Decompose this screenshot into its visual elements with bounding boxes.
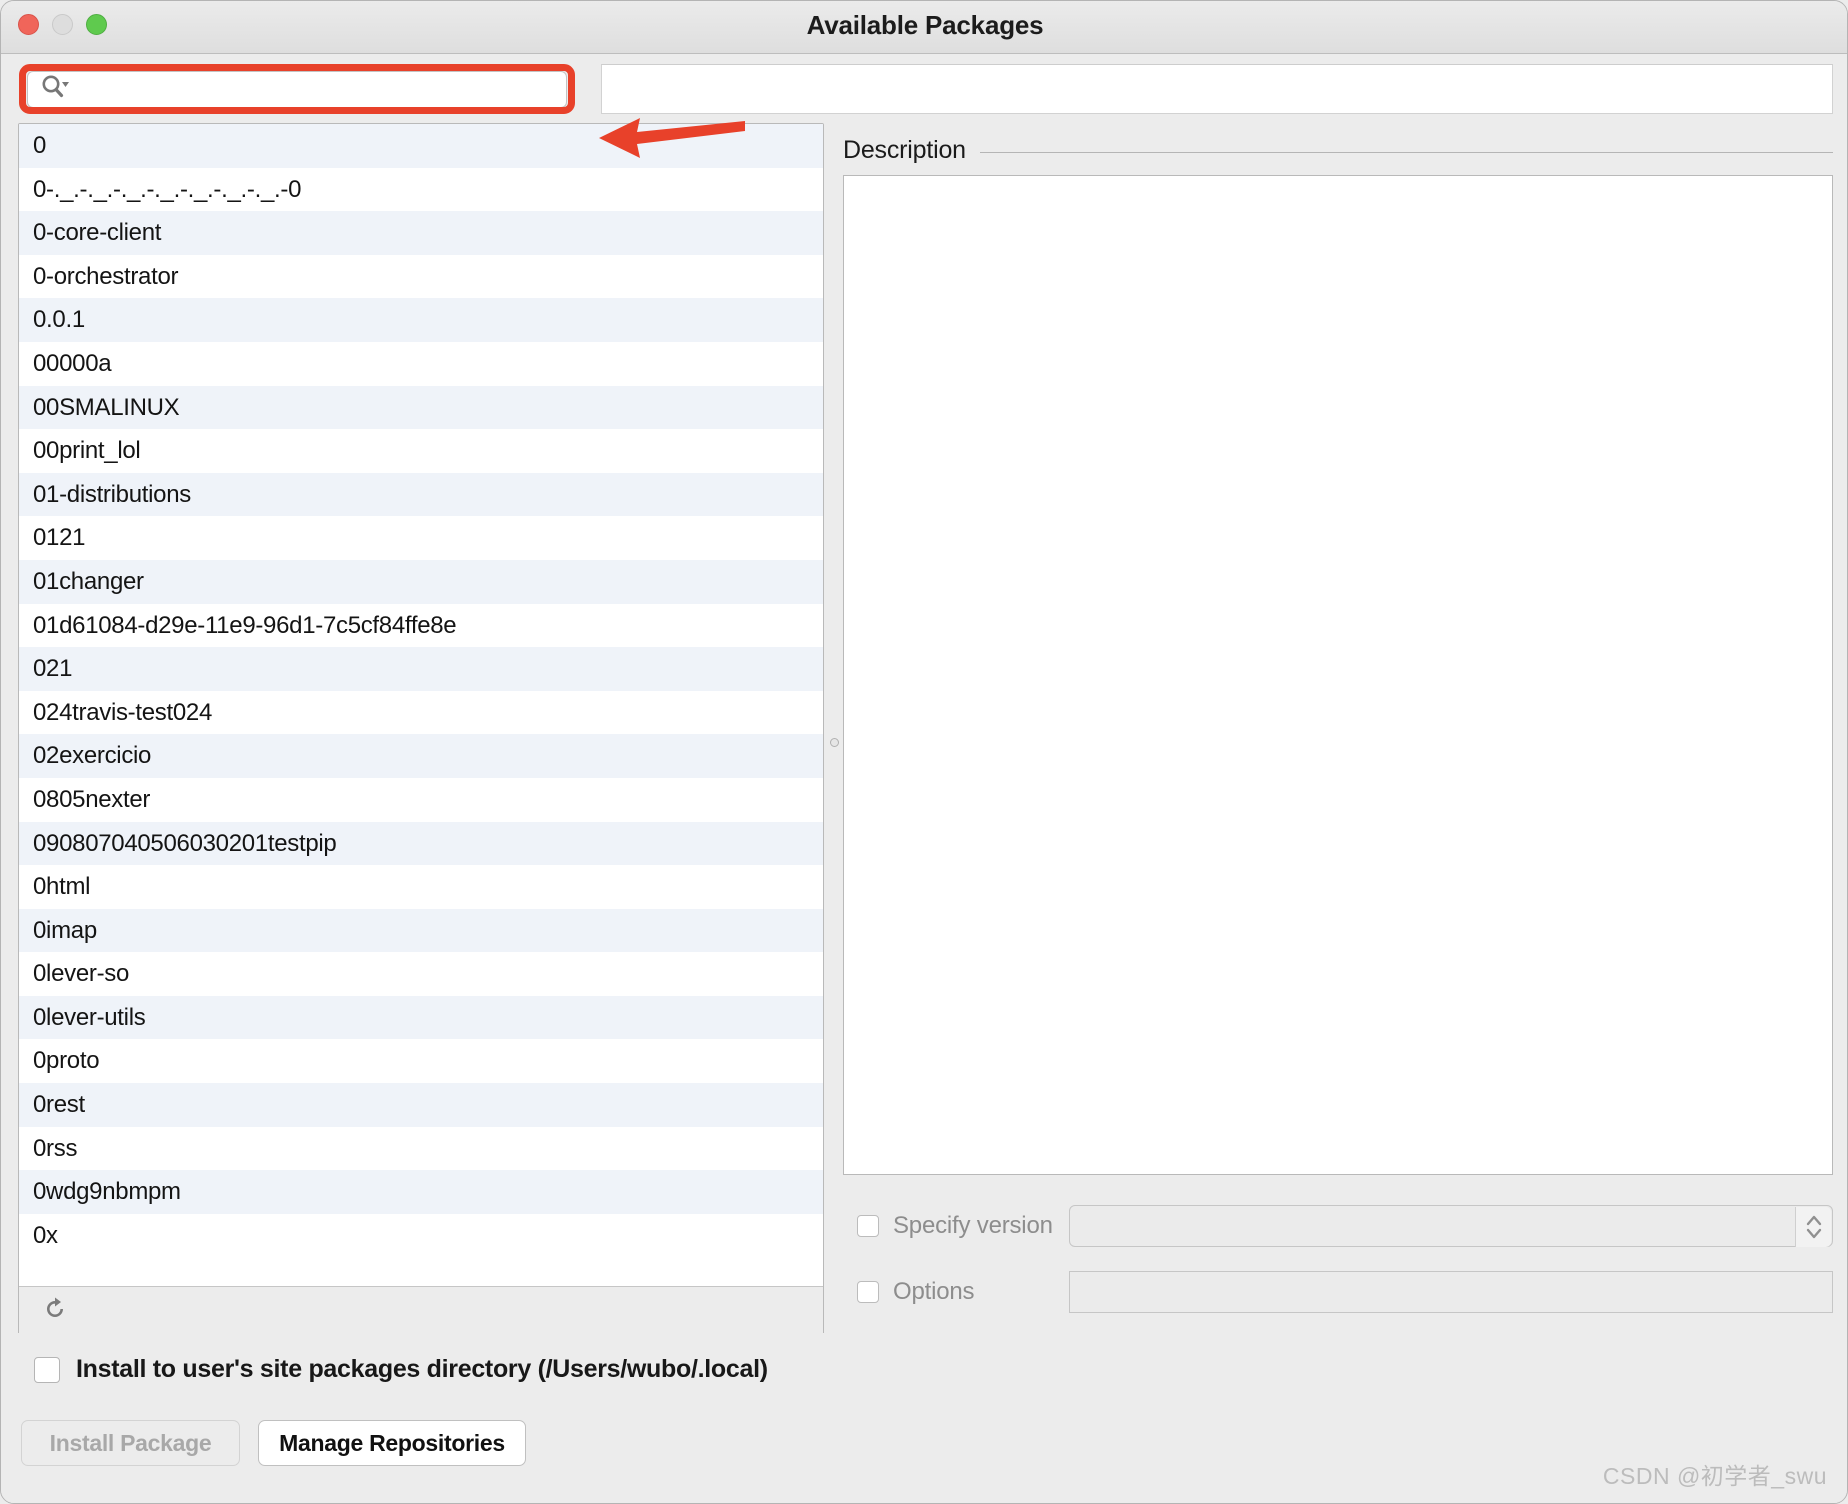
list-item[interactable]: 0-._.-._.-._.-._.-._.-._.-._.-0	[19, 167, 823, 212]
description-label: Description	[843, 135, 966, 164]
search-input[interactable]	[76, 78, 546, 101]
list-item[interactable]: 0lever-so	[19, 952, 823, 996]
list-item[interactable]: 00000a	[19, 341, 823, 386]
manage-repositories-button[interactable]: Manage Repositories	[258, 1420, 526, 1466]
search-icon[interactable]	[40, 74, 70, 105]
user-site-packages-label: Install to user's site packages director…	[76, 1355, 768, 1383]
search-bar-row	[1, 55, 1847, 158]
footer-buttons: Install Package Manage Repositories	[21, 1420, 526, 1466]
options-row: Options	[843, 1269, 1833, 1315]
search-bar-background	[601, 64, 1833, 114]
title-bar: Available Packages	[1, 1, 1847, 54]
package-list[interactable]: 0 0-._.-._.-._.-._.-._.-._.-._.-0 0-core-c…	[19, 124, 823, 1288]
splitter-handle-icon[interactable]	[830, 738, 839, 747]
version-input[interactable]	[1069, 1205, 1833, 1247]
list-item[interactable]: 0imap	[19, 908, 823, 953]
description-content-box	[843, 175, 1833, 1175]
list-item[interactable]: 0proto	[19, 1039, 823, 1084]
search-field-wrapper	[19, 64, 575, 114]
list-item[interactable]: 0html	[19, 865, 823, 909]
list-item[interactable]: 090807040506030201testpip	[19, 821, 823, 866]
package-list-toolbar	[19, 1286, 823, 1335]
list-item[interactable]: 0wdg9nbmpm	[19, 1170, 823, 1214]
available-packages-window: Available Packages 0 0-._.-._.-._.-._.-.…	[0, 0, 1848, 1504]
options-input[interactable]	[1069, 1271, 1833, 1313]
list-item[interactable]: 01d61084-d29e-11e9-96d1-7c5cf84ffe8e	[19, 603, 823, 648]
description-header: Description	[843, 133, 1833, 167]
search-field[interactable]	[27, 71, 567, 108]
list-item[interactable]: 0rest	[19, 1083, 823, 1127]
list-item[interactable]: 01-distributions	[19, 472, 823, 517]
list-item[interactable]: 0-orchestrator	[19, 254, 823, 299]
list-item[interactable]: 01changer	[19, 559, 823, 604]
install-package-button[interactable]: Install Package	[21, 1420, 240, 1466]
description-separator	[979, 151, 1833, 153]
user-site-packages-checkbox[interactable]	[34, 1356, 60, 1383]
refresh-icon[interactable]	[41, 1295, 69, 1328]
specify-version-row: Specify version	[843, 1203, 1833, 1249]
list-item[interactable]: 02exercicio	[19, 734, 823, 778]
panel-splitter[interactable]	[825, 123, 843, 1336]
watermark: CSDN @初学者_swu	[1602, 1463, 1827, 1489]
footer: Install to user's site packages director…	[1, 1333, 1847, 1503]
specify-version-checkbox[interactable]	[857, 1215, 879, 1237]
list-item[interactable]: 00SMALINUX	[19, 385, 823, 430]
list-item[interactable]: 0rss	[19, 1126, 823, 1171]
list-item[interactable]: 0-core-client	[19, 211, 823, 255]
list-item[interactable]: 0121	[19, 516, 823, 560]
red-arrow-annotation	[599, 118, 745, 158]
window-title: Available Packages	[806, 10, 1044, 40]
list-item[interactable]: 0lever-utils	[19, 995, 823, 1040]
main-content: 0 0-._.-._.-._.-._.-._.-._.-._.-0 0-core-c…	[1, 123, 1847, 1388]
options-checkbox[interactable]	[857, 1281, 879, 1303]
list-item[interactable]: 0805nexter	[19, 777, 823, 822]
list-item[interactable]: 021	[19, 647, 823, 691]
specify-version-label: Specify version	[893, 1212, 1053, 1239]
list-item[interactable]: 00print_lol	[19, 429, 823, 473]
options-label: Options	[893, 1278, 975, 1305]
user-site-packages-row[interactable]: Install to user's site packages director…	[34, 1355, 768, 1384]
list-item[interactable]: 0.0.1	[19, 298, 823, 342]
list-item[interactable]: 0x	[19, 1213, 823, 1258]
list-item[interactable]: 024travis-test024	[19, 690, 823, 735]
description-panel: Description Specify version Options	[843, 123, 1833, 1336]
up-down-stepper-icon[interactable]	[1795, 1207, 1831, 1247]
package-list-panel: 0 0-._.-._.-._.-._.-._.-._.-._.-0 0-core-c…	[18, 123, 824, 1336]
